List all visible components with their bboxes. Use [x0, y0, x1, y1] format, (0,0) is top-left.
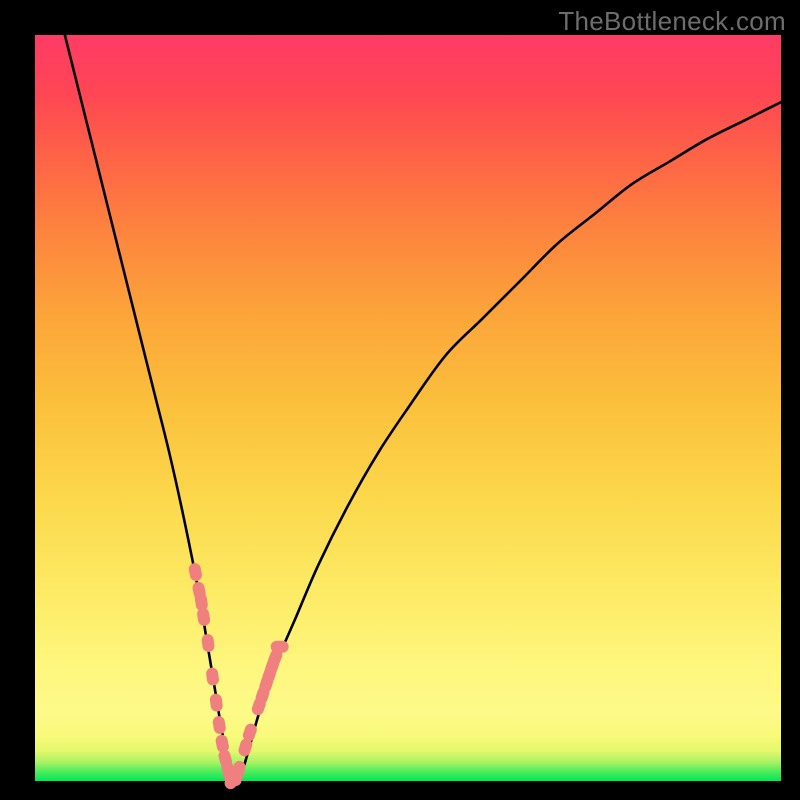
chart-frame: TheBottleneck.com — [0, 0, 800, 800]
highlight-dot — [196, 607, 211, 627]
highlight-dot — [212, 715, 227, 735]
highlight-dot — [209, 693, 223, 712]
bottleneck-curve-path — [65, 35, 781, 781]
bottleneck-curve-svg — [35, 35, 781, 781]
highlight-dot — [201, 633, 215, 652]
highlight-dots — [188, 562, 289, 791]
curve-group — [65, 35, 781, 781]
highlight-dot — [205, 667, 219, 687]
highlight-dot — [188, 562, 203, 582]
plot-area — [35, 35, 781, 781]
watermark-text: TheBottleneck.com — [558, 6, 786, 37]
highlight-dot — [271, 641, 289, 653]
